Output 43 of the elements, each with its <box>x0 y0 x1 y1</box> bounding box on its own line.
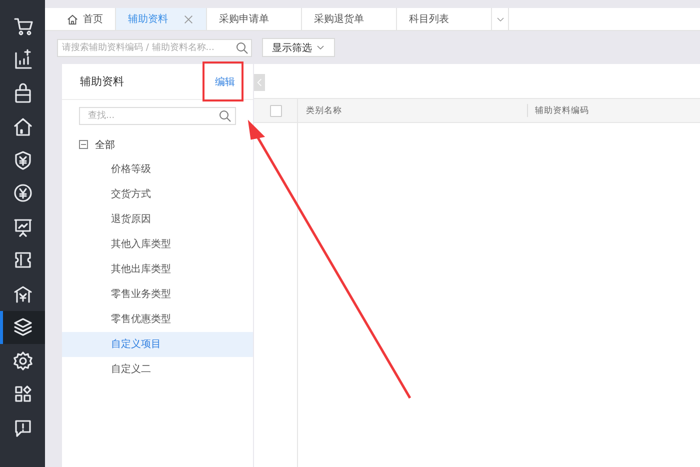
tab[interactable]: 采购申请单 <box>207 8 302 30</box>
tree-item[interactable]: 退货原因 <box>62 207 253 232</box>
search-icon <box>236 42 248 54</box>
chevron-down-icon <box>496 14 504 24</box>
nav-item[interactable] <box>0 310 45 344</box>
ticket-icon <box>12 250 32 270</box>
bank-icon <box>12 284 32 304</box>
checkbox[interactable] <box>270 104 282 116</box>
message-icon <box>12 418 32 438</box>
tree-item[interactable]: 全部 <box>95 138 115 152</box>
tab[interactable]: 采购退货单 <box>302 8 397 30</box>
tree-item[interactable]: 其他入库类型 <box>62 232 253 257</box>
tree-item[interactable]: 自定义项目 <box>62 332 253 357</box>
tree-item[interactable]: 零售业务类型 <box>62 282 253 307</box>
gear-icon <box>12 350 32 371</box>
presentation-icon <box>12 216 32 237</box>
chart-icon <box>12 49 32 70</box>
tree-item[interactable]: 自定义二 <box>62 357 253 382</box>
yen-shield-icon <box>12 150 32 170</box>
panel-title: 辅助资料 <box>80 74 124 89</box>
home-icon <box>67 14 78 24</box>
chevron-left-icon <box>257 78 262 87</box>
tree-item[interactable]: 其他出库类型 <box>62 257 253 282</box>
search-field[interactable]: 请搜索辅助资料编码 / 辅助资料名称... <box>57 38 252 56</box>
tab[interactable]: 科目列表 <box>397 8 492 30</box>
tree-item[interactable]: 交货方式 <box>62 182 253 207</box>
search-icon <box>219 110 231 122</box>
edit-link[interactable]: 编辑 <box>215 74 235 88</box>
highlight-box <box>202 62 244 102</box>
house-icon <box>12 116 32 136</box>
filter-button[interactable]: 显示筛选 <box>262 38 335 57</box>
column-header[interactable]: 辅助资料编码 <box>535 104 589 116</box>
chevron-down-icon <box>316 43 325 52</box>
tree-item[interactable]: 零售优惠类型 <box>62 307 253 332</box>
collapse-icon[interactable] <box>79 140 88 149</box>
column-header[interactable]: 类别名称 <box>306 104 342 116</box>
apps-icon <box>12 384 32 404</box>
search-field[interactable]: 查找... <box>79 107 236 125</box>
yen-circle-icon <box>12 183 32 204</box>
layers-icon <box>12 317 32 338</box>
bag-icon <box>12 82 32 103</box>
tree-item[interactable]: 价格等级 <box>62 157 253 182</box>
cart-icon <box>12 16 32 36</box>
